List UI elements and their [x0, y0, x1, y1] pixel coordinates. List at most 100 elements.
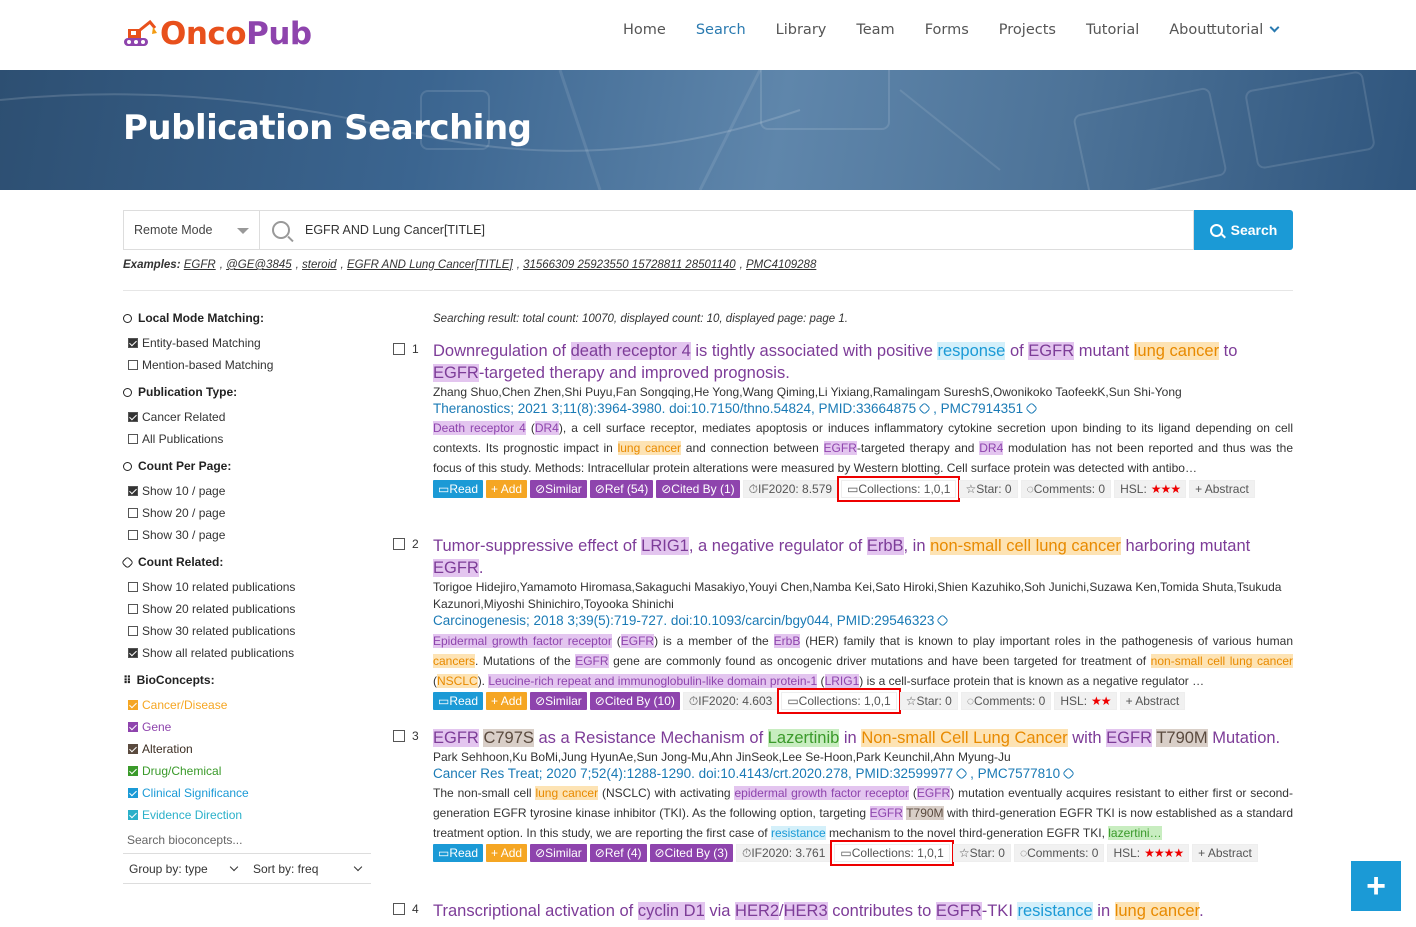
search-mode-value: Remote Mode — [134, 223, 213, 237]
cited-by-button[interactable]: ⊘ Cited By (10) — [589, 692, 680, 710]
example-link[interactable]: 31566309 25923550 15728811 28501140 — [523, 259, 736, 271]
checkbox-entity-matching[interactable]: Entity-based Matching — [123, 332, 371, 354]
checkbox-checked[interactable] — [128, 810, 138, 820]
result-title[interactable]: Transcriptional activation of cyclin D1 … — [433, 900, 1293, 922]
search-mode-select[interactable]: Remote Mode — [123, 210, 259, 250]
comments-tag[interactable]: ◌ Comments: 0 — [960, 692, 1052, 710]
checkbox-unchecked[interactable] — [128, 582, 138, 592]
nav-library[interactable]: Library — [776, 22, 827, 38]
checkbox-related-10[interactable]: Show 10 related publications — [123, 576, 371, 598]
result-journal[interactable]: Carcinogenesis; 2018 3;39(5):719-727. do… — [433, 613, 951, 628]
checkbox-checked[interactable] — [128, 486, 138, 496]
checkbox-checked[interactable] — [128, 722, 138, 732]
cited-by-button[interactable]: ⊘ Cited By (1) — [656, 480, 740, 498]
comments-tag[interactable]: ◌ Comments: 0 — [1020, 480, 1112, 498]
collections-tag[interactable]: ▭ Collections: 1,0,1 — [830, 840, 954, 866]
collections-tag[interactable]: ▭ Collections: 1,0,1 — [777, 688, 901, 714]
checkbox-mention-matching[interactable]: Mention-based Matching — [123, 354, 371, 376]
example-link[interactable]: EGFR AND Lung Cancer[TITLE] — [347, 259, 513, 271]
search-input[interactable]: EGFR AND Lung Cancer[TITLE] — [259, 210, 1194, 250]
star-tag[interactable]: ☆ Star: 0 — [952, 844, 1011, 862]
star-tag[interactable]: ☆ Star: 0 — [959, 480, 1018, 498]
result-title[interactable]: EGFR C797S as a Resistance Mechanism of … — [433, 727, 1293, 749]
nav-search[interactable]: Search — [696, 22, 746, 38]
result-checkbox[interactable] — [393, 730, 405, 742]
read-button[interactable]: ▭ Read — [433, 844, 484, 862]
checkbox-unchecked[interactable] — [128, 626, 138, 636]
result-checkbox[interactable] — [393, 903, 405, 915]
sort-by-select[interactable]: Sort by: freq — [247, 862, 371, 876]
checkbox-unchecked[interactable] — [128, 508, 138, 518]
checkbox-related-30[interactable]: Show 30 related publications — [123, 620, 371, 642]
nav-forms[interactable]: Forms — [925, 22, 969, 38]
similar-button[interactable]: ⊘ Similar — [530, 692, 587, 710]
checkbox-checked[interactable] — [128, 648, 138, 658]
checkbox-checked[interactable] — [128, 338, 138, 348]
example-link[interactable]: steroid — [302, 259, 337, 271]
nav-team[interactable]: Team — [856, 22, 894, 38]
checkbox-cancer-disease[interactable]: Cancer/Disease — [123, 694, 371, 716]
abstract-toggle[interactable]: + Abstract — [1189, 480, 1255, 498]
ref-button[interactable]: ⊘ Ref (4) — [589, 844, 647, 862]
add-fab-button[interactable]: + — [1351, 861, 1401, 911]
add-button[interactable]: + Add — [486, 692, 528, 710]
result-journal[interactable]: Theranostics; 2021 3;11(8):3964-3980. do… — [433, 401, 1040, 416]
checkbox-30-per-page[interactable]: Show 30 / page — [123, 524, 371, 546]
read-button[interactable]: ▭ Read — [433, 692, 484, 710]
checkbox-related-all[interactable]: Show all related publications — [123, 642, 371, 664]
checkbox-all-publications[interactable]: All Publications — [123, 428, 371, 450]
oncopub-logo[interactable]: OncoPub — [122, 16, 312, 52]
comments-tag[interactable]: ◌ Comments: 0 — [1013, 844, 1105, 862]
nav-projects[interactable]: Projects — [999, 22, 1056, 38]
abstract-toggle[interactable]: + Abstract — [1192, 844, 1258, 862]
checkbox-checked[interactable] — [128, 788, 138, 798]
nav-about[interactable]: About — [1169, 22, 1212, 38]
checkbox-unchecked[interactable] — [128, 604, 138, 614]
ref-button[interactable]: ⊘ Ref (54) — [589, 480, 654, 498]
example-link[interactable]: EGFR — [184, 259, 216, 271]
chevron-down-icon — [353, 862, 363, 871]
checkbox-checked[interactable] — [128, 412, 138, 422]
add-button[interactable]: + Add — [486, 480, 528, 498]
result-item: 4 Transcriptional activation of cyclin D… — [393, 900, 1293, 927]
checkbox-clinical-significance[interactable]: Clinical Significance — [123, 782, 371, 804]
group-by-select[interactable]: Group by: type — [123, 862, 247, 876]
example-link[interactable]: PMC4109288 — [746, 259, 816, 271]
link-icon — [1025, 402, 1039, 415]
checkbox-cancer-related[interactable]: Cancer Related — [123, 406, 371, 428]
checkbox-drug-chemical[interactable]: Drug/Chemical — [123, 760, 371, 782]
checkbox-checked[interactable] — [128, 700, 138, 710]
cited-by-button[interactable]: ⊘ Cited By (3) — [649, 844, 733, 862]
checkbox-checked[interactable] — [128, 744, 138, 754]
result-journal[interactable]: Cancer Res Treat; 2020 7;52(4):1288-1290… — [433, 766, 1077, 781]
checkbox-unchecked[interactable] — [128, 434, 138, 444]
user-menu[interactable]: tutorial — [1211, 22, 1280, 38]
collections-tag[interactable]: ▭ Collections: 1,0,1 — [837, 476, 961, 502]
similar-button[interactable]: ⊘ Similar — [530, 844, 587, 862]
nav-home[interactable]: Home — [623, 22, 666, 38]
result-checkbox[interactable] — [393, 538, 405, 550]
bioconcept-search-input[interactable]: Search bioconcepts... — [123, 826, 371, 854]
result-checkbox[interactable] — [393, 343, 405, 355]
add-button[interactable]: + Add — [486, 844, 528, 862]
result-title[interactable]: Downregulation of death receptor 4 is ti… — [433, 340, 1293, 384]
checkbox-10-per-page[interactable]: Show 10 / page — [123, 480, 371, 502]
checkbox-unchecked[interactable] — [128, 530, 138, 540]
search-button[interactable]: Search — [1194, 210, 1293, 250]
example-link[interactable]: @GE@3845 — [226, 259, 292, 271]
star-tag[interactable]: ☆ Star: 0 — [899, 692, 958, 710]
result-item: 2 Tumor-suppressive effect of LRIG1, a n… — [393, 535, 1293, 715]
similar-button[interactable]: ⊘ Similar — [530, 480, 587, 498]
nav-tutorial[interactable]: Tutorial — [1086, 22, 1139, 38]
result-title[interactable]: Tumor-suppressive effect of LRIG1, a neg… — [433, 535, 1293, 579]
checkbox-alteration[interactable]: Alteration — [123, 738, 371, 760]
abstract-toggle[interactable]: + Abstract — [1119, 692, 1186, 710]
checkbox-related-20[interactable]: Show 20 related publications — [123, 598, 371, 620]
hsl-tag: HSL: ★★ — [1054, 692, 1117, 710]
checkbox-unchecked[interactable] — [128, 360, 138, 370]
checkbox-evidence-direction[interactable]: Evidence Direction — [123, 804, 371, 826]
read-button[interactable]: ▭ Read — [433, 480, 484, 498]
checkbox-20-per-page[interactable]: Show 20 / page — [123, 502, 371, 524]
checkbox-gene[interactable]: Gene — [123, 716, 371, 738]
checkbox-checked[interactable] — [128, 766, 138, 776]
